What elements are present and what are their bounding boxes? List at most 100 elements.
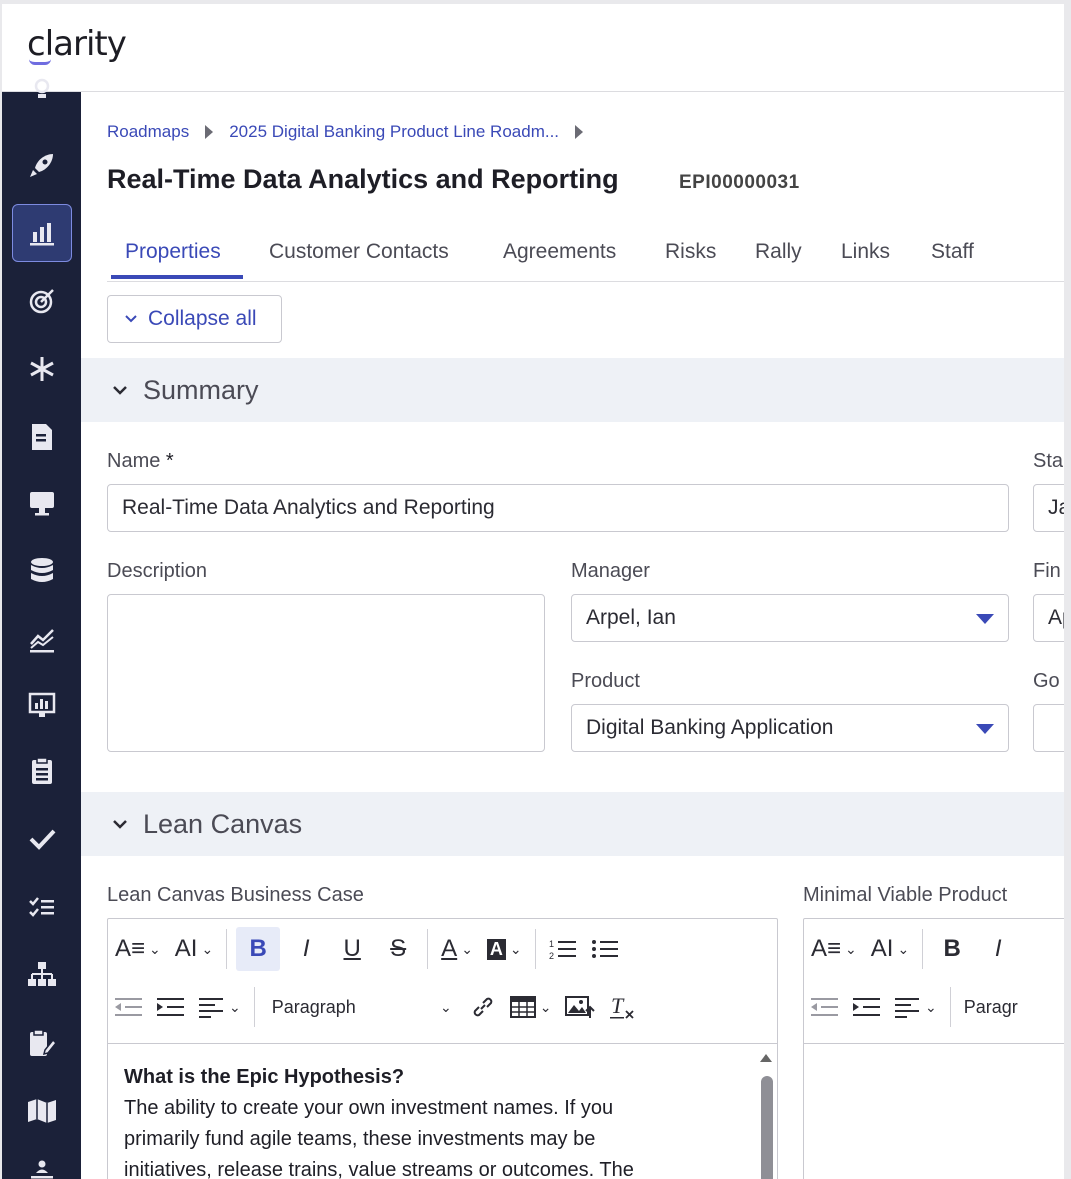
toolbar-separator xyxy=(534,929,536,969)
sidebar-item-target[interactable] xyxy=(2,270,81,332)
sidebar-item-clipboard-edit[interactable] xyxy=(2,1012,81,1074)
italic-icon: I xyxy=(302,935,310,962)
sidebar-item-checklist[interactable] xyxy=(2,876,81,938)
mvp-content[interactable] xyxy=(804,1043,1064,1179)
numbered-list-button[interactable]: 12 xyxy=(545,927,581,971)
chevron-down-icon xyxy=(113,386,127,395)
chevron-down-icon: ⌄ xyxy=(229,998,241,1015)
sidebar-item-org-chart[interactable] xyxy=(2,944,81,1006)
required-mark: * xyxy=(165,450,174,472)
italic-button[interactable]: I xyxy=(286,927,326,971)
chevron-down-icon: ⌄ xyxy=(925,998,937,1015)
clear-format-button[interactable]: T xyxy=(605,985,641,1029)
sidebar-item-monitor[interactable] xyxy=(2,472,81,534)
clarity-logo[interactable]: clarity xyxy=(27,24,127,64)
logo-swoosh-icon xyxy=(29,59,51,65)
toolbar-separator xyxy=(427,929,429,969)
tab-rally[interactable]: Rally xyxy=(755,240,802,264)
underline-icon: U xyxy=(343,935,361,962)
outdent-icon xyxy=(115,998,142,1016)
dropdown-arrow-icon xyxy=(976,614,994,624)
name-field[interactable]: Real-Time Data Analytics and Reporting xyxy=(107,484,1009,532)
align-button[interactable]: ⌄ xyxy=(891,985,941,1029)
tab-links[interactable]: Links xyxy=(841,240,890,264)
toolbar-separator xyxy=(922,929,924,969)
trend-chart-icon xyxy=(29,629,54,653)
font-family-icon: A≡ xyxy=(811,935,842,962)
sidebar-item-snowflake[interactable] xyxy=(2,338,81,400)
sidebar-item-database[interactable] xyxy=(2,540,81,602)
font-family-button[interactable]: A≡ ⌄ xyxy=(807,927,861,971)
scroll-up-arrow-icon[interactable] xyxy=(760,1054,772,1062)
sidebar-item-clipboard[interactable] xyxy=(2,740,81,802)
breadcrumb-roadmap[interactable]: 2025 Digital Banking Product Line Roadm.… xyxy=(229,122,559,142)
map-icon xyxy=(27,1099,56,1123)
product-select[interactable]: Digital Banking Application xyxy=(571,704,1009,752)
sidebar-item-user-tree[interactable] xyxy=(2,1142,81,1179)
chevron-down-icon: ⌄ xyxy=(539,998,552,1015)
italic-button[interactable]: I xyxy=(978,927,1018,971)
editor-toolbar-row-2: ⌄ Paragraph ⌄ ⌄ T xyxy=(108,979,644,1035)
bold-button[interactable]: B xyxy=(932,927,972,971)
scrollbar-thumb[interactable] xyxy=(761,1076,773,1179)
tab-staff[interactable]: Staff xyxy=(931,240,974,264)
font-color-button[interactable]: A ⌄ xyxy=(437,927,477,971)
tab-customer-contacts[interactable]: Customer Contacts xyxy=(269,240,449,264)
font-size-button[interactable]: AI ⌄ xyxy=(867,927,913,971)
font-size-button[interactable]: AI ⌄ xyxy=(171,927,217,971)
sidebar-item-check[interactable] xyxy=(2,808,81,870)
manager-select[interactable]: Arpel, Ian xyxy=(571,594,1009,642)
rocket-icon xyxy=(29,154,53,177)
paragraph-select[interactable]: Paragraph ⌄ xyxy=(264,985,460,1029)
bold-button[interactable]: B xyxy=(236,927,281,971)
product-value: Digital Banking Application xyxy=(586,716,834,739)
table-button[interactable]: ⌄ xyxy=(506,985,556,1029)
fin-field[interactable]: Ap xyxy=(1033,594,1064,642)
outdent-button[interactable] xyxy=(807,985,843,1029)
content-line-1: The ability to create your own investmen… xyxy=(124,1097,614,1119)
tab-agreements[interactable]: Agreements xyxy=(503,240,616,264)
business-case-editor[interactable]: A≡ ⌄ AI ⌄ B I U S A ⌄ A ⌄ 12 ⌄ Paragraph… xyxy=(107,918,778,1179)
paragraph-select[interactable]: Paragr xyxy=(960,985,1022,1029)
italic-icon: I xyxy=(994,935,1002,962)
outdent-icon xyxy=(811,998,838,1016)
sidebar-item-document[interactable] xyxy=(2,406,81,468)
underline-button[interactable]: U xyxy=(332,927,372,971)
tab-risks[interactable]: Risks xyxy=(665,240,716,264)
check-icon xyxy=(29,829,55,850)
indent-button[interactable] xyxy=(849,985,885,1029)
sidebar-item-lightbulb[interactable] xyxy=(2,70,81,114)
indent-button[interactable] xyxy=(153,985,189,1029)
bullet-list-button[interactable] xyxy=(587,927,623,971)
app-window: clarity Roadmaps 2025 Digital Banking Pr… xyxy=(2,4,1064,1179)
insert-image-button[interactable] xyxy=(561,985,599,1029)
snowflake-icon xyxy=(29,357,54,381)
summary-section-header[interactable]: Summary xyxy=(81,358,1064,422)
sidebar-item-rocket[interactable] xyxy=(2,134,81,196)
breadcrumb-roadmaps[interactable]: Roadmaps xyxy=(107,122,189,142)
background-color-button[interactable]: A ⌄ xyxy=(483,927,526,971)
org-chart-icon xyxy=(27,962,56,986)
strikethrough-button[interactable]: S xyxy=(378,927,418,971)
align-button[interactable]: ⌄ xyxy=(195,985,245,1029)
chevron-down-icon: ⌄ xyxy=(201,940,214,957)
lean-canvas-section-header[interactable]: Lean Canvas xyxy=(81,792,1064,856)
dropdown-arrow-icon xyxy=(976,724,994,734)
breadcrumb: Roadmaps 2025 Digital Banking Product Li… xyxy=(107,122,599,142)
business-case-content[interactable]: What is the Epic Hypothesis? The ability… xyxy=(108,1043,777,1179)
bold-icon: B xyxy=(943,935,961,962)
go-field[interactable] xyxy=(1033,704,1064,752)
collapse-all-button[interactable]: Collapse all xyxy=(107,295,282,343)
outdent-button[interactable] xyxy=(111,985,147,1029)
tab-properties[interactable]: Properties xyxy=(125,240,221,264)
sidebar-item-analytics[interactable] xyxy=(2,202,81,264)
link-button[interactable] xyxy=(466,985,500,1029)
sidebar-item-presentation[interactable] xyxy=(2,674,81,736)
font-family-button[interactable]: A≡ ⌄ xyxy=(111,927,165,971)
sidebar-item-map[interactable] xyxy=(2,1080,81,1142)
mvp-editor[interactable]: A≡ ⌄ AI ⌄ B I ⌄ Paragr xyxy=(803,918,1064,1179)
indent-icon xyxy=(853,998,880,1016)
start-field[interactable]: Ja xyxy=(1033,484,1064,532)
sidebar-item-trend[interactable] xyxy=(2,608,81,670)
description-field[interactable] xyxy=(107,594,545,752)
